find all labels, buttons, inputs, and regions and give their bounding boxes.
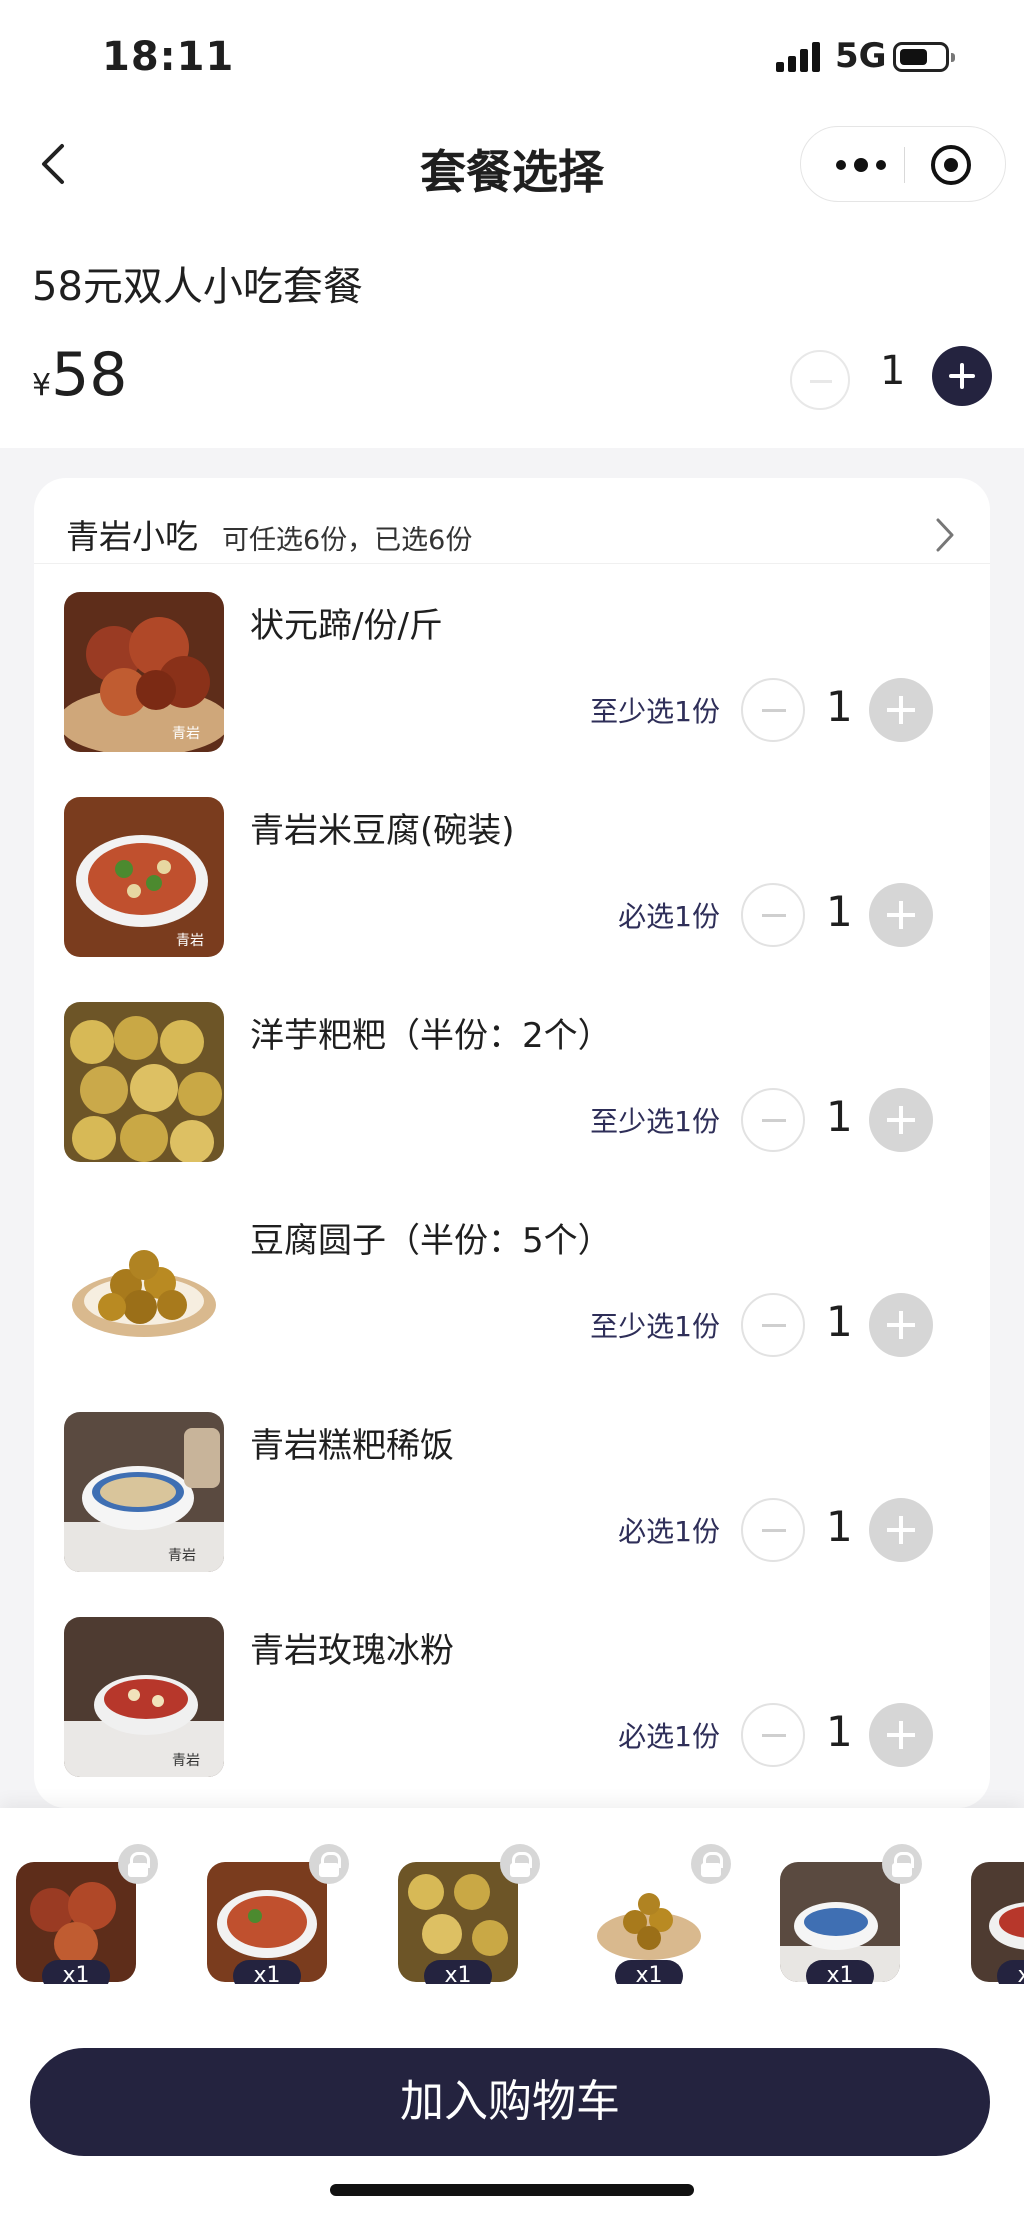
item-decrease-button[interactable]	[741, 678, 805, 742]
lock-icon	[882, 1844, 922, 1884]
item-quantity: 1	[826, 1092, 853, 1141]
food-image: 青岩	[64, 592, 224, 752]
price-value: 58	[51, 340, 128, 410]
list-item: 青岩 青岩糕粑稀饭 必选1份 1	[34, 1398, 990, 1603]
item-decrease-button[interactable]	[741, 1703, 805, 1767]
signal-icon	[776, 42, 822, 72]
svg-text:青岩: 青岩	[172, 726, 200, 742]
lock-icon	[500, 1844, 540, 1884]
count-badge: x1	[233, 1960, 301, 1984]
food-image: 青岩	[64, 1617, 224, 1777]
item-quantity: 1	[826, 887, 853, 936]
selected-item[interactable]: x1	[207, 1844, 349, 1984]
item-decrease-button[interactable]	[741, 1293, 805, 1357]
add-to-cart-button[interactable]: 加入购物车	[30, 2048, 990, 2156]
item-name: 状元蹄/份/斤	[250, 606, 443, 646]
combo-header: 58元双人小吃套餐 ¥58 1	[0, 248, 1024, 448]
battery-icon	[893, 42, 955, 72]
network-type: 5G	[835, 36, 887, 76]
item-increase-button[interactable]	[869, 678, 933, 742]
status-bar: 18:11 5G	[0, 0, 1024, 118]
status-time: 18:11	[102, 34, 235, 80]
group-header[interactable]: 青岩小吃 可任选6份，已选6份	[34, 478, 990, 564]
mini-program-capsule	[800, 126, 1006, 202]
svg-text:青岩: 青岩	[168, 1548, 196, 1564]
item-name: 青岩糕粑稀饭	[250, 1426, 454, 1466]
count-badge: x1	[615, 1960, 683, 1984]
food-image: 青岩	[64, 1412, 224, 1572]
item-rule: 必选1份	[618, 900, 720, 933]
item-increase-button[interactable]	[869, 1293, 933, 1357]
food-image	[64, 1207, 224, 1367]
bottom-panel: x1 x1 x1 x1 x1 加入购物车	[0, 1808, 1024, 2215]
count-badge: x1	[806, 1960, 874, 1984]
item-quantity: 1	[826, 1502, 853, 1551]
item-name: 豆腐圆子（半份：5个）	[250, 1221, 612, 1261]
navigation-bar: 套餐选择	[0, 118, 1024, 248]
combo-quantity: 1	[880, 348, 906, 394]
item-decrease-button[interactable]	[741, 1498, 805, 1562]
selected-item[interactable]: x1	[780, 1844, 922, 1984]
combo-price: ¥58	[32, 340, 127, 410]
item-rule: 必选1份	[618, 1515, 720, 1548]
item-name: 青岩玫瑰冰粉	[250, 1631, 454, 1671]
list-item: 青岩 青岩玫瑰冰粉 必选1份 1	[34, 1603, 990, 1808]
lock-icon	[691, 1844, 731, 1884]
combo-increase-button[interactable]	[932, 346, 992, 406]
list-item: 青岩 状元蹄/份/斤 至少选1份 1	[34, 578, 990, 783]
food-image: 青岩	[64, 797, 224, 957]
list-item: 青岩 青岩米豆腐(碗装) 必选1份 1	[34, 783, 990, 988]
item-quantity: 1	[826, 1707, 853, 1756]
item-quantity: 1	[826, 682, 853, 731]
item-increase-button[interactable]	[869, 1498, 933, 1562]
count-badge: x1	[997, 1960, 1024, 1984]
item-name: 青岩米豆腐(碗装)	[250, 811, 515, 851]
svg-text:青岩: 青岩	[176, 933, 204, 949]
food-image	[64, 1002, 224, 1162]
svg-text:青岩: 青岩	[172, 1753, 200, 1769]
item-rule: 必选1份	[618, 1720, 720, 1753]
capsule-divider	[904, 147, 905, 183]
selected-item[interactable]: x1	[16, 1844, 158, 1984]
item-increase-button[interactable]	[869, 1703, 933, 1767]
item-increase-button[interactable]	[869, 883, 933, 947]
item-rule: 至少选1份	[590, 1105, 720, 1138]
more-dots-icon[interactable]	[821, 145, 901, 185]
selected-item[interactable]: x1	[398, 1844, 540, 1984]
home-indicator	[330, 2184, 694, 2196]
chevron-right-icon	[936, 518, 954, 552]
item-decrease-button[interactable]	[741, 883, 805, 947]
selected-item[interactable]: x1	[971, 1862, 1024, 1984]
group-hint: 可任选6份，已选6份	[222, 525, 473, 556]
count-badge: x1	[424, 1960, 492, 1984]
item-quantity: 1	[826, 1297, 853, 1346]
combo-decrease-button[interactable]	[790, 350, 850, 410]
count-badge: x1	[42, 1960, 110, 1984]
item-rule: 至少选1份	[590, 1310, 720, 1343]
close-target-icon[interactable]	[929, 143, 973, 187]
list-item: 洋芋粑粑（半份：2个） 至少选1份 1	[34, 988, 990, 1193]
selected-items-strip[interactable]: x1 x1 x1 x1 x1	[0, 1834, 1024, 1984]
item-increase-button[interactable]	[869, 1088, 933, 1152]
combo-name: 58元双人小吃套餐	[32, 264, 363, 310]
group-name: 青岩小吃	[66, 517, 198, 556]
list-item: 豆腐圆子（半份：5个） 至少选1份 1	[34, 1193, 990, 1398]
item-decrease-button[interactable]	[741, 1088, 805, 1152]
lock-icon	[118, 1844, 158, 1884]
currency-symbol: ¥	[32, 368, 52, 403]
snack-group-card: 青岩小吃 可任选6份，已选6份 青岩 状元蹄/份/斤 至少选1份 1 青岩 青岩…	[34, 478, 990, 1808]
item-rule: 至少选1份	[590, 695, 720, 728]
item-name: 洋芋粑粑（半份：2个）	[250, 1016, 612, 1056]
lock-icon	[309, 1844, 349, 1884]
selected-item[interactable]: x1	[589, 1844, 731, 1984]
